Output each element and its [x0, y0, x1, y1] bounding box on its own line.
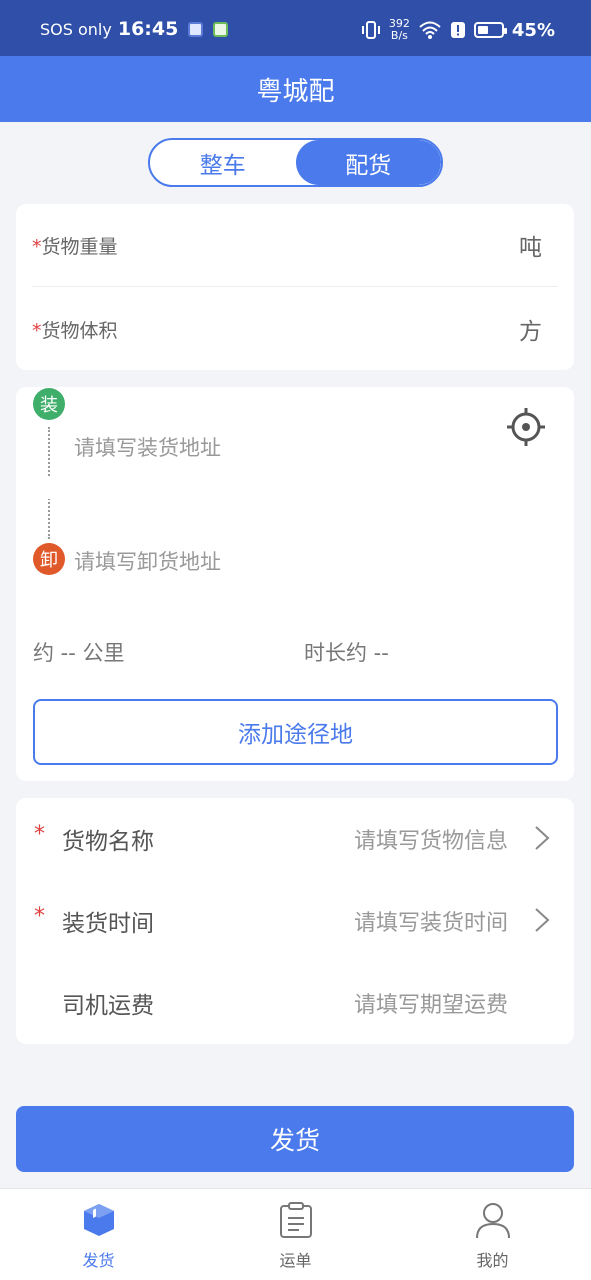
- load-time-value: 请填写装货时间: [353, 911, 508, 936]
- battery-fill: [477, 26, 488, 34]
- mode-segment: 整车 配货: [148, 138, 443, 187]
- required-mark: *: [34, 822, 45, 847]
- battery-tip: [503, 28, 507, 34]
- weight-unit: 吨: [519, 235, 542, 261]
- speed-unit: B/s: [390, 29, 408, 42]
- weight-label: *货物重量: [32, 232, 118, 259]
- battery-icon: [473, 22, 507, 38]
- required-mark: *: [34, 904, 45, 929]
- box-icon: [83, 1204, 114, 1236]
- ship-button[interactable]: 发货: [16, 1106, 574, 1172]
- clipboard-icon: [279, 1202, 312, 1238]
- weight-row[interactable]: *货物重量 吨: [32, 204, 558, 286]
- user-icon: [475, 1203, 510, 1239]
- chevron-right-icon: [535, 826, 550, 850]
- page-title: 粤城配: [256, 76, 335, 107]
- volume-label: *货物体积: [32, 316, 118, 343]
- volume-row[interactable]: *货物体积 方: [32, 288, 558, 370]
- duration-text: 时长约 --: [304, 641, 389, 665]
- cargo-name-value: 请填写货物信息: [353, 829, 508, 854]
- route-connector: [46, 427, 52, 539]
- tab-full-truck[interactable]: 整车: [150, 140, 296, 185]
- tab-ship[interactable]: 发货: [0, 1189, 197, 1280]
- tab-shared-load[interactable]: 配货: [295, 140, 441, 185]
- details-card: * 货物名称 请填写货物信息 * 装货时间 请填写装货时间 司机运费 请填写期望…: [16, 798, 574, 1044]
- tab-label: 发货: [82, 1251, 115, 1270]
- load-badge: 装: [33, 388, 65, 420]
- unload-badge: 卸: [33, 543, 65, 575]
- status-bar: SOS only 16:45 392 B/s 45%: [0, 0, 591, 56]
- freight-row[interactable]: 司机运费 请填写期望运费: [16, 962, 574, 1044]
- add-waypoint-button[interactable]: 添加途径地: [33, 699, 558, 765]
- wifi-icon: [419, 21, 441, 39]
- cargo-size-card: *货物重量 吨 *货物体积 方: [16, 204, 574, 370]
- tab-label: 我的: [476, 1251, 509, 1270]
- divider: [32, 286, 558, 287]
- freight-input[interactable]: 请填写期望运费: [354, 987, 508, 1019]
- weight-label-text: 货物重量: [41, 235, 118, 258]
- unload-address-input[interactable]: 请填写卸货地址: [74, 546, 221, 576]
- app-header: 粤城配: [0, 56, 591, 122]
- freight-label: 司机运费: [62, 993, 154, 1019]
- status-left: SOS only 16:45: [40, 18, 229, 40]
- tab-orders[interactable]: 运单: [197, 1189, 394, 1280]
- cargo-name-row[interactable]: * 货物名称 请填写货物信息: [16, 798, 574, 880]
- bottom-tabbar: 发货 运单 我的: [0, 1188, 591, 1280]
- distance-text: 约 -- 公里: [33, 641, 125, 665]
- clock: 16:45: [117, 18, 179, 40]
- required-mark: *: [32, 235, 42, 258]
- notification-app-icon: [188, 21, 204, 37]
- status-right: 392 B/s 45%: [361, 18, 555, 42]
- required-mark: *: [32, 319, 42, 342]
- alert-icon: [450, 22, 465, 38]
- battery-percent: 45%: [511, 19, 555, 41]
- locate-icon[interactable]: [506, 407, 546, 447]
- sos-text: SOS only: [40, 19, 112, 39]
- load-time-label: 装货时间: [62, 911, 154, 937]
- cargo-name-label: 货物名称: [62, 829, 154, 855]
- vibrate-icon: [361, 21, 380, 39]
- tab-label: 运单: [279, 1251, 312, 1270]
- volume-unit: 方: [519, 319, 542, 345]
- network-speed: 392 B/s: [389, 18, 410, 42]
- route-card: 装 卸 请填写装货地址 请填写卸货地址 约 -- 公里 时长约 -- 添加途径地: [16, 387, 574, 781]
- chevron-right-icon: [535, 908, 550, 932]
- tab-mine[interactable]: 我的: [394, 1189, 591, 1280]
- load-address-input[interactable]: 请填写装货地址: [74, 432, 221, 462]
- volume-label-text: 货物体积: [41, 319, 118, 342]
- notification-app-icon: [213, 21, 229, 37]
- load-time-row[interactable]: * 装货时间 请填写装货时间: [16, 880, 574, 962]
